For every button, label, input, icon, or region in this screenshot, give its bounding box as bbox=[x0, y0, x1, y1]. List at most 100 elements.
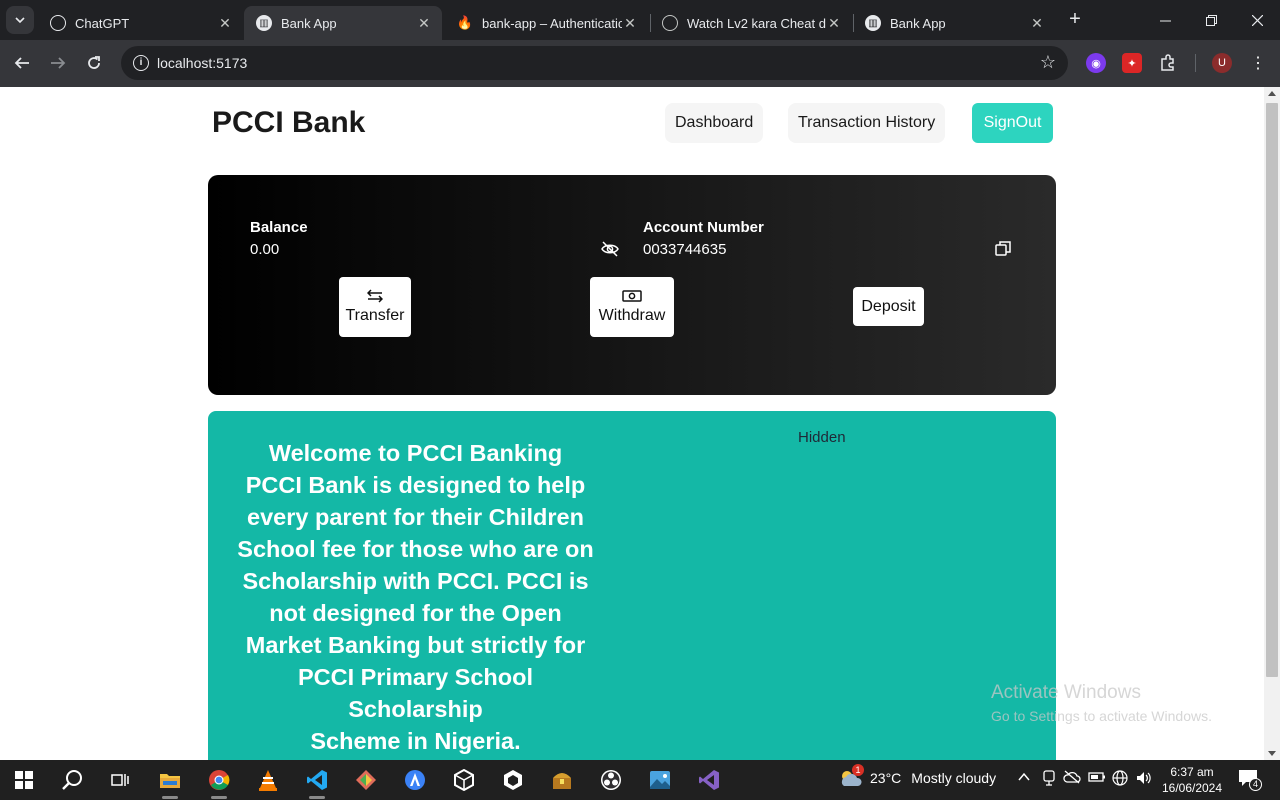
photos-icon[interactable] bbox=[644, 764, 676, 796]
deposit-label: Deposit bbox=[861, 297, 916, 315]
tab-chatgpt[interactable]: ChatGPT ✕ bbox=[38, 6, 243, 40]
forward-button[interactable] bbox=[45, 50, 71, 76]
close-tab-icon[interactable]: ✕ bbox=[416, 15, 432, 32]
battery-icon[interactable] bbox=[1088, 770, 1106, 787]
account-card: Balance 0.00 Account Number 0033744635 T… bbox=[208, 175, 1056, 395]
close-tab-icon[interactable]: ✕ bbox=[217, 15, 233, 32]
hidden-label: Hidden bbox=[798, 429, 846, 446]
search-icon[interactable] bbox=[56, 764, 88, 796]
balance-value: 0.00 bbox=[250, 241, 280, 258]
volume-icon[interactable] bbox=[1136, 770, 1152, 789]
unity-hub-icon[interactable] bbox=[448, 764, 480, 796]
scroll-up-arrow-icon[interactable] bbox=[1268, 91, 1276, 96]
firebase-icon: 🔥 bbox=[456, 15, 474, 30]
extensions-puzzle-icon[interactable] bbox=[1158, 53, 1178, 73]
watermark-subtitle: Go to Settings to activate Windows. bbox=[991, 708, 1212, 724]
copy-icon[interactable] bbox=[993, 239, 1013, 259]
scroll-thumb[interactable] bbox=[1266, 103, 1278, 677]
profile-avatar[interactable]: U bbox=[1212, 53, 1232, 73]
deposit-button[interactable]: Deposit bbox=[853, 287, 924, 326]
weather-widget[interactable]: 1 23°C Mostly cloudy bbox=[838, 764, 997, 788]
back-button[interactable] bbox=[9, 50, 35, 76]
page-scrollbar[interactable] bbox=[1264, 87, 1280, 760]
windows-taskbar: 1 23°C Mostly cloudy 6:37 am 16/06/2024 … bbox=[0, 760, 1280, 800]
transfer-arrows-icon bbox=[367, 289, 383, 303]
welcome-line: School fee for those who are on bbox=[237, 536, 594, 562]
weather-badge: 1 bbox=[852, 764, 864, 776]
tab-title: ChatGPT bbox=[75, 15, 130, 31]
meet-now-icon[interactable] bbox=[1042, 770, 1056, 789]
restore-button[interactable] bbox=[1188, 0, 1234, 40]
arrow-left-icon bbox=[14, 57, 29, 69]
obs-icon[interactable] bbox=[595, 764, 627, 796]
restore-icon bbox=[1205, 14, 1217, 26]
android-studio-icon[interactable] bbox=[399, 764, 431, 796]
chevron-up-icon[interactable] bbox=[1017, 770, 1031, 787]
close-tab-icon[interactable]: ✕ bbox=[826, 15, 842, 32]
signout-button[interactable]: SignOut bbox=[972, 103, 1053, 143]
transfer-label: Transfer bbox=[345, 307, 405, 324]
treasure-chest-icon[interactable] bbox=[546, 764, 578, 796]
tab-watch[interactable]: Watch Lv2 kara Cheat dat ✕ bbox=[650, 6, 852, 40]
eye-off-icon[interactable] bbox=[600, 239, 620, 259]
close-tab-icon[interactable]: ✕ bbox=[1029, 15, 1045, 32]
tab-bank-app[interactable]: ▥ Bank App ✕ bbox=[853, 6, 1055, 40]
vlc-icon[interactable] bbox=[252, 764, 284, 796]
vscode-icon[interactable] bbox=[301, 764, 333, 799]
task-view-icon[interactable] bbox=[104, 764, 136, 796]
git-app-icon[interactable] bbox=[350, 764, 382, 796]
bookmark-star-icon[interactable]: ☆ bbox=[1040, 52, 1056, 73]
welcome-line: not designed for the Open bbox=[269, 600, 562, 626]
address-bar[interactable]: i localhost:5173 ☆ bbox=[121, 46, 1068, 80]
system-clock[interactable]: 6:37 am 16/06/2024 bbox=[1158, 764, 1226, 796]
nav-transaction-history[interactable]: Transaction History bbox=[788, 103, 946, 143]
cloud-offline-icon[interactable] bbox=[1063, 770, 1081, 787]
watermark-title: Activate Windows bbox=[991, 682, 1141, 703]
chrome-icon[interactable] bbox=[203, 764, 235, 799]
new-tab-button[interactable]: + bbox=[1064, 8, 1086, 30]
extension-purple-icon[interactable]: ◉ bbox=[1086, 53, 1106, 73]
cloudy-weather-icon: 1 bbox=[838, 764, 864, 788]
nav-dashboard[interactable]: Dashboard bbox=[665, 103, 764, 143]
tab-title: Watch Lv2 kara Cheat dat bbox=[687, 15, 826, 31]
file-explorer-icon[interactable] bbox=[154, 764, 186, 799]
tab-bank-app-active[interactable]: ▥ Bank App ✕ bbox=[244, 6, 442, 40]
close-window-button[interactable] bbox=[1234, 0, 1280, 40]
globe-icon bbox=[662, 15, 678, 31]
unity-icon[interactable] bbox=[497, 764, 529, 796]
extension-red-icon[interactable]: ✦ bbox=[1122, 53, 1142, 73]
withdraw-label: Withdraw bbox=[598, 307, 666, 324]
tab-strip: ChatGPT ✕ ▥ Bank App ✕ 🔥 bank-app – Auth… bbox=[0, 0, 1280, 40]
welcome-line: Market Banking but strictly for bbox=[245, 632, 586, 658]
site-info-icon[interactable]: i bbox=[133, 55, 149, 71]
welcome-line: PCCI Primary School Scholarship bbox=[297, 664, 534, 722]
minimize-button[interactable] bbox=[1142, 0, 1188, 40]
toolbar-separator bbox=[1195, 54, 1196, 72]
clock-time: 6:37 am bbox=[1170, 765, 1214, 779]
visual-studio-icon[interactable] bbox=[693, 764, 725, 796]
tab-title: Bank App bbox=[281, 15, 337, 31]
url-text[interactable]: localhost:5173 bbox=[157, 55, 247, 71]
weather-temp: 23°C bbox=[870, 770, 902, 786]
network-globe-icon[interactable] bbox=[1112, 770, 1128, 789]
browser-toolbar: i localhost:5173 ☆ ◉ ✦ U ⋮ bbox=[0, 40, 1280, 87]
tab-title: bank-app – Authenticatio bbox=[482, 15, 622, 31]
cash-icon bbox=[622, 290, 642, 302]
minimize-icon bbox=[1159, 20, 1171, 21]
clock-date: 16/06/2024 bbox=[1161, 781, 1223, 795]
scroll-down-arrow-icon[interactable] bbox=[1268, 751, 1276, 756]
tab-firebase[interactable]: 🔥 bank-app – Authenticatio ✕ bbox=[445, 6, 648, 40]
reload-button[interactable] bbox=[81, 50, 107, 76]
transfer-button[interactable]: Transfer bbox=[339, 277, 411, 337]
activate-windows-watermark: Activate Windows Go to Settings to activ… bbox=[991, 682, 1212, 724]
browser-menu-icon[interactable]: ⋮ bbox=[1248, 53, 1268, 73]
close-tab-icon[interactable]: ✕ bbox=[622, 15, 638, 32]
notification-icon[interactable]: 4 bbox=[1238, 769, 1264, 791]
withdraw-button[interactable]: Withdraw bbox=[590, 277, 674, 337]
weather-desc: Mostly cloudy bbox=[911, 770, 997, 786]
page-viewport: PCCI Bank Dashboard Transaction History … bbox=[0, 87, 1264, 760]
windows-start-icon[interactable] bbox=[8, 764, 40, 796]
bank-app-icon: ▥ bbox=[865, 15, 881, 31]
tab-search-button[interactable] bbox=[6, 6, 34, 34]
welcome-panel: Welcome to PCCI Banking PCCI Bank is des… bbox=[208, 411, 1056, 760]
